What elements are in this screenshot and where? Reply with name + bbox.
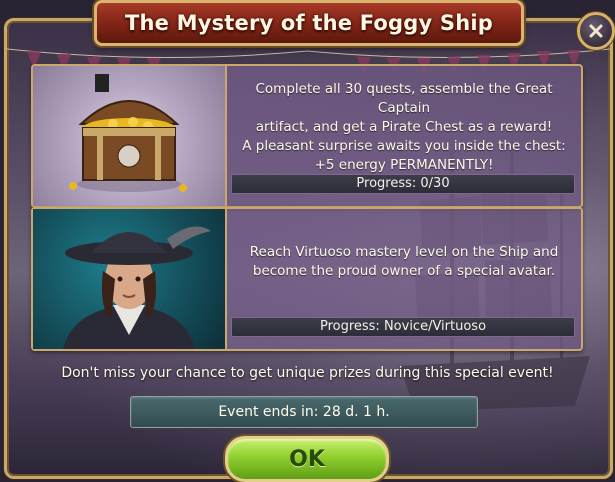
description-line: Complete all 30 quests, assemble the Gre… bbox=[255, 81, 553, 116]
description-line: +5 energy PERMANENTLY! bbox=[314, 157, 494, 173]
chest-reward-description: Complete all 30 quests, assemble the Gre… bbox=[233, 80, 575, 175]
event-message: Don't miss your chance to get unique pri… bbox=[61, 365, 554, 381]
ok-button-label: OK bbox=[289, 446, 325, 472]
pirate-captain-avatar-image bbox=[33, 209, 227, 349]
mastery-progress-bar: Progress: Novice/Virtuoso bbox=[231, 317, 575, 337]
dialog-title-banner: The Mystery of the Foggy Ship bbox=[94, 0, 524, 46]
quest-progress-bar: Progress: 0/30 bbox=[231, 174, 575, 194]
dialog-title: The Mystery of the Foggy Ship bbox=[124, 11, 494, 35]
description-line: become the proud owner of a special avat… bbox=[252, 263, 556, 279]
close-button[interactable] bbox=[577, 12, 615, 50]
reward-panel-chest: Complete all 30 quests, assemble the Gre… bbox=[31, 64, 583, 208]
close-x-icon bbox=[589, 24, 603, 38]
ok-button[interactable]: OK bbox=[225, 436, 389, 482]
description-line: A pleasant surprise awaits you inside th… bbox=[242, 138, 566, 154]
description-line: artifact, and get a Pirate Chest as a re… bbox=[255, 119, 553, 135]
avatar-reward-description: Reach Virtuoso mastery level on the Ship… bbox=[233, 243, 575, 281]
event-timer: Event ends in: 28 d. 1 h. bbox=[130, 396, 478, 428]
reward-panel-avatar: Reach Virtuoso mastery level on the Ship… bbox=[31, 207, 583, 351]
description-line: Reach Virtuoso mastery level on the Ship… bbox=[249, 244, 559, 260]
pirate-chest-image bbox=[33, 66, 227, 206]
